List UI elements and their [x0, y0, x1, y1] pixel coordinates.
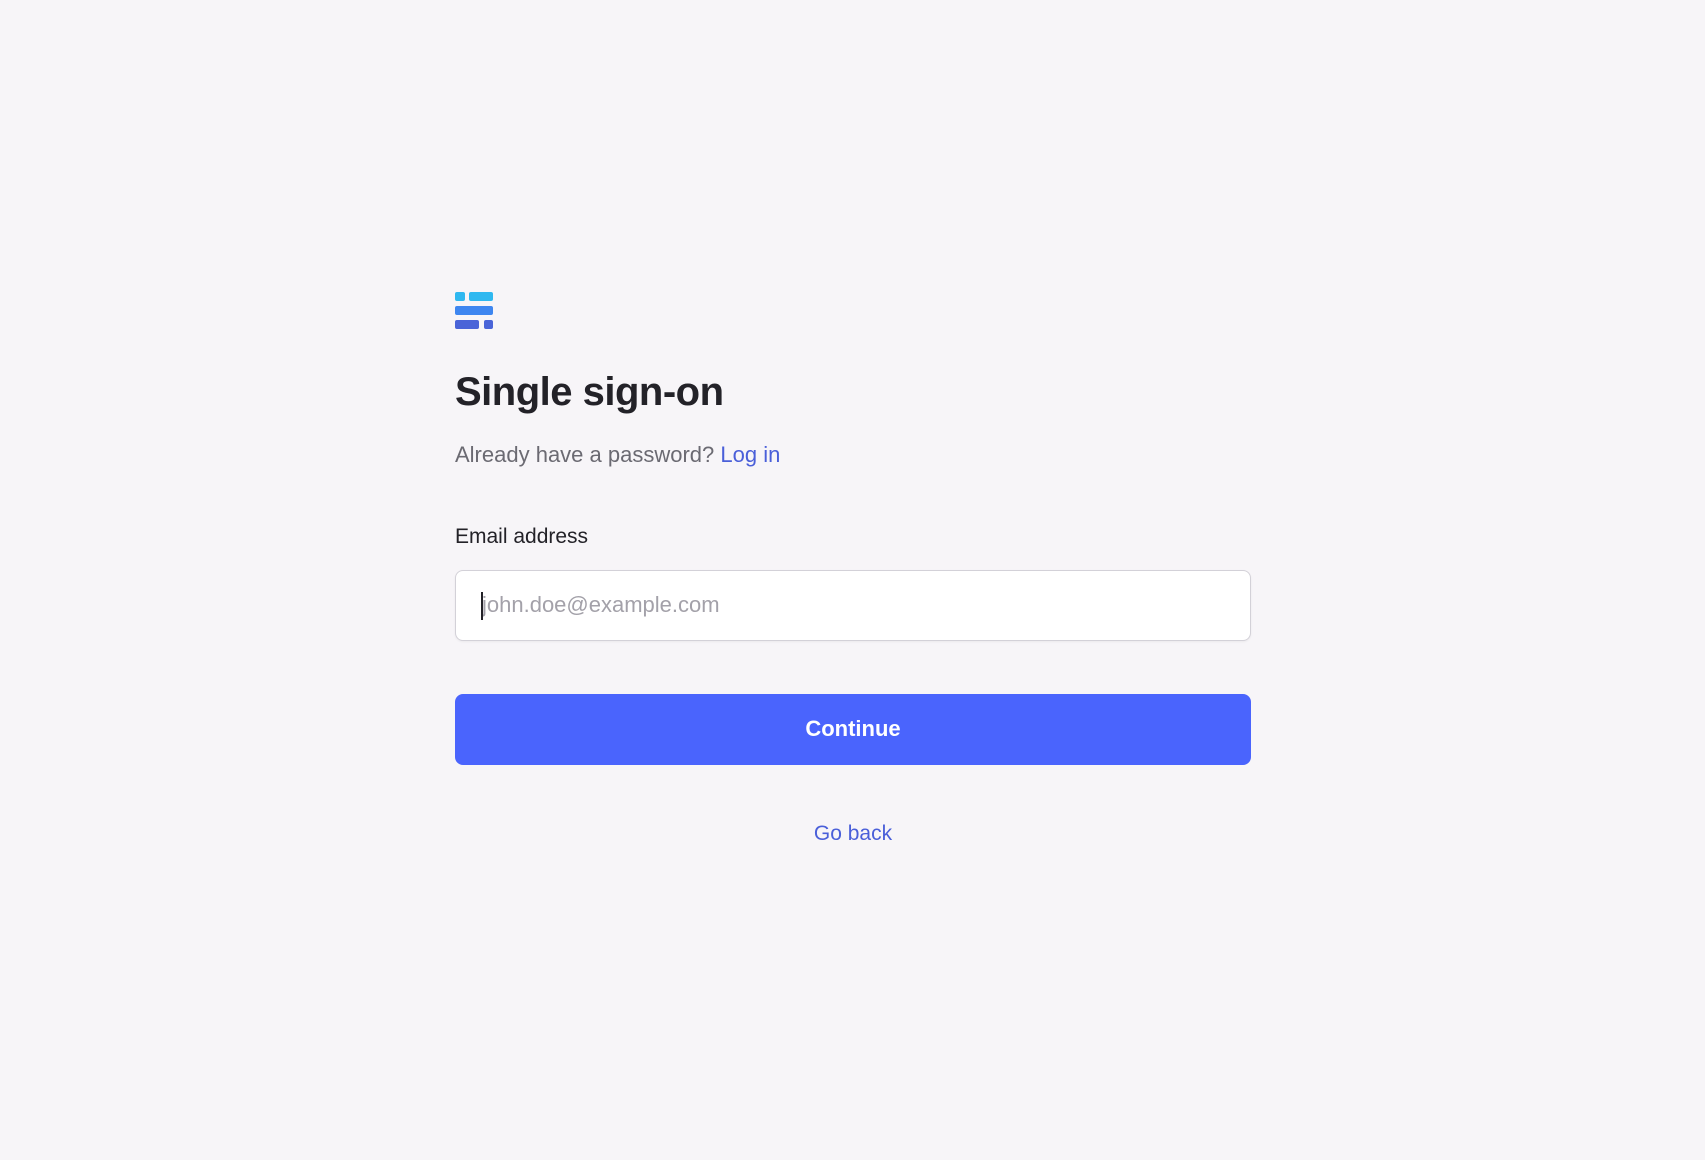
email-input[interactable] — [455, 569, 1251, 641]
email-field-wrapper — [455, 569, 1251, 641]
logo-bar — [455, 292, 465, 301]
page-title: Single sign-on — [455, 370, 724, 414]
text-cursor — [481, 591, 483, 620]
login-prompt-text: Already have a password? — [455, 442, 721, 467]
email-label: Email address — [455, 525, 589, 549]
logo-bar — [455, 320, 479, 329]
log-in-link[interactable]: Log in — [720, 442, 780, 467]
continue-button[interactable]: Continue — [455, 693, 1251, 765]
logo-bar — [455, 306, 493, 315]
logo-bar — [469, 292, 493, 301]
sso-form: Single sign-on Already have a password? … — [455, 292, 1251, 846]
app-logo-icon — [455, 292, 493, 330]
logo-bar — [484, 320, 493, 329]
login-prompt: Already have a password? Log in — [455, 442, 1251, 468]
go-back-link[interactable]: Go back — [455, 821, 1251, 846]
